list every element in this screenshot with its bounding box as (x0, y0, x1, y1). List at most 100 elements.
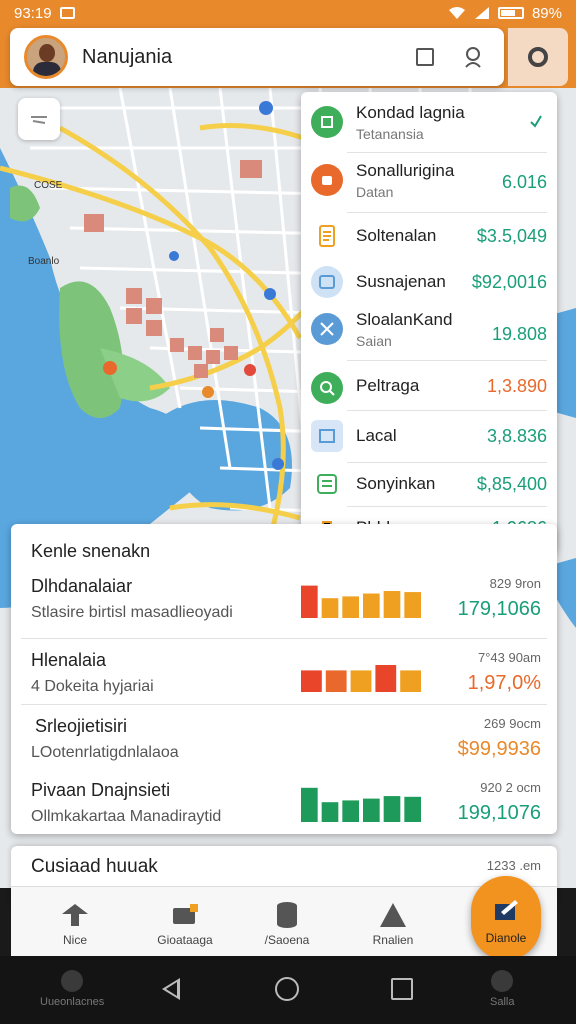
list-item[interactable]: Sonallurigina Datan 6.016 (301, 158, 557, 202)
mini-bar (321, 598, 339, 618)
avatar[interactable] (24, 35, 68, 79)
mini-bar (342, 800, 359, 822)
search-button[interactable] (456, 40, 490, 74)
list-item-title: Kondad lagnia (356, 102, 465, 122)
results-panel: Kondad lagnia Tetanansia Sonallurigina Dat… (301, 92, 557, 552)
wallet-icon (170, 901, 200, 929)
row-title: Pivaan Dnajnsieti (31, 780, 171, 800)
status-bar: 93:19 89% (0, 0, 576, 26)
mini-bar (404, 592, 421, 618)
tree-icon (311, 106, 343, 138)
summary-row[interactable]: Srleojietisiri LOotenrlatigdnlalaoa 269 … (11, 708, 557, 772)
screenshot-icon (59, 7, 75, 19)
profile-icon (491, 970, 514, 992)
nav-item-home[interactable]: Nice (25, 887, 125, 957)
mini-bar (400, 670, 421, 692)
mini-bar (321, 802, 339, 822)
list-item-value: 3,8.836 (486, 426, 547, 446)
row-subtitle: Ollmkakartaa Manadiraytid (31, 808, 222, 825)
mini-bar (301, 585, 318, 618)
system-left-label: Uueonlacnes (40, 996, 105, 1008)
search-icon (311, 372, 343, 404)
list-item[interactable]: Sonyinkan $,85,400 (301, 466, 557, 502)
peek-title: Cusiaad huuak (31, 856, 158, 877)
summary-row[interactable]: Pivaan Dnajnsieti Ollmkakartaa Manadiray… (11, 772, 557, 836)
row-value: 199,1076 (457, 802, 541, 824)
layers-icon (31, 116, 47, 124)
list-item-value: 6.016 (501, 172, 547, 192)
row-time: 269 9ocm (483, 716, 541, 731)
summary-row[interactable]: Dlhdanalaiar Stlasire birtisl masadlieoy… (11, 568, 557, 632)
back-button[interactable] (162, 978, 180, 1000)
mini-bar (350, 670, 372, 692)
row-subtitle: 4 Dokeita hyjariai (31, 678, 154, 695)
checkmark-icon (530, 115, 542, 128)
list-item-subtitle: Saian (356, 332, 392, 349)
list-item-title: Peltraga (356, 376, 420, 395)
list-item[interactable]: Soltenalan $3.5,049 (301, 218, 557, 254)
system-left-item[interactable]: Uueonlacnes (40, 970, 104, 1008)
nav-label: Nice (62, 933, 87, 947)
system-nav-bar: Uueonlacnes Salla (0, 956, 576, 1024)
list-item-title: Sonallurigina (356, 160, 455, 180)
row-subtitle: LOotenrlatigdnlalaoa (31, 744, 179, 761)
battery-icon (497, 7, 524, 19)
mini-bar (383, 591, 401, 618)
svg-text:COSE: COSE (34, 180, 63, 191)
list-item[interactable]: Kondad lagnia Tetanansia (301, 100, 557, 144)
row-title: Hlenalaia (31, 650, 107, 670)
ring-icon (528, 47, 548, 67)
list-icon (311, 468, 343, 500)
search-icon (465, 47, 481, 68)
list-item[interactable]: SloalanKand Saian 19.808 (301, 306, 557, 352)
list-item-subtitle: Datan (356, 183, 394, 200)
row-subtitle: Stlasire birtisl masadlieoyadi (31, 604, 233, 621)
mini-bar (301, 670, 322, 692)
list-item[interactable]: Lacal 3,8.836 (301, 418, 557, 454)
layers-button[interactable] (18, 98, 60, 140)
list-item-value: 1,3.890 (486, 376, 547, 396)
list-item-value: $3.5,049 (476, 226, 547, 246)
header-card: Nanujania (10, 28, 504, 86)
card-icon (311, 266, 343, 298)
list-item-title: Sonyinkan (356, 474, 436, 493)
summary-card: Kenle snenakn Dlhdanalaiar Stlasire birt… (11, 524, 557, 834)
wifi-icon (448, 7, 465, 19)
system-right-item[interactable]: Salla (490, 970, 514, 1008)
row-time: 920 2 ocm (480, 780, 541, 795)
list-item-value: 19.808 (491, 324, 547, 344)
list-item-title: Lacal (356, 426, 397, 445)
square-button[interactable] (408, 40, 442, 74)
row-value: 179,1066 (457, 598, 541, 620)
nav-item-edit[interactable]: Dianole (471, 876, 541, 960)
list-item-value: $,85,400 (476, 474, 547, 494)
list-item[interactable]: Susnajenan $92,0016 (301, 264, 557, 300)
chart-icon (311, 164, 343, 196)
row-title: Srleojietisiri (35, 716, 128, 736)
list-item-subtitle: Tetanansia (356, 125, 424, 142)
nav-item-database[interactable]: /Saoena (237, 887, 337, 957)
list-item-value: $92,0016 (471, 272, 547, 292)
home-icon (60, 901, 90, 929)
home-button[interactable] (275, 977, 299, 1001)
svg-text:Boanlo: Boanlo (28, 256, 60, 267)
mini-bar (342, 596, 359, 618)
mini-bar-chart (301, 787, 421, 822)
list-item[interactable]: Peltraga 1,3.890 (301, 370, 557, 406)
square-icon (416, 48, 434, 66)
recents-button[interactable] (391, 978, 413, 1000)
mini-bar (363, 798, 380, 822)
menu-button[interactable] (508, 28, 568, 86)
nav-item-navigation[interactable]: Rnalien (343, 887, 443, 957)
row-value: $99,9936 (457, 738, 541, 760)
nav-label: Rnalien (372, 933, 414, 947)
page-title: Nanujania (82, 45, 173, 68)
mini-bar (404, 796, 421, 822)
summary-row[interactable]: Hlenalaia 4 Dokeita hyjariai 7°43 90am 1… (11, 642, 557, 706)
image-icon (311, 420, 343, 452)
nav-item-wallet[interactable]: Gioataaga (135, 887, 235, 957)
system-right-label: Salla (490, 996, 515, 1008)
status-time: 93:19 (14, 4, 52, 22)
row-time: 7°43 90am (477, 650, 541, 665)
edit-icon (493, 898, 519, 927)
